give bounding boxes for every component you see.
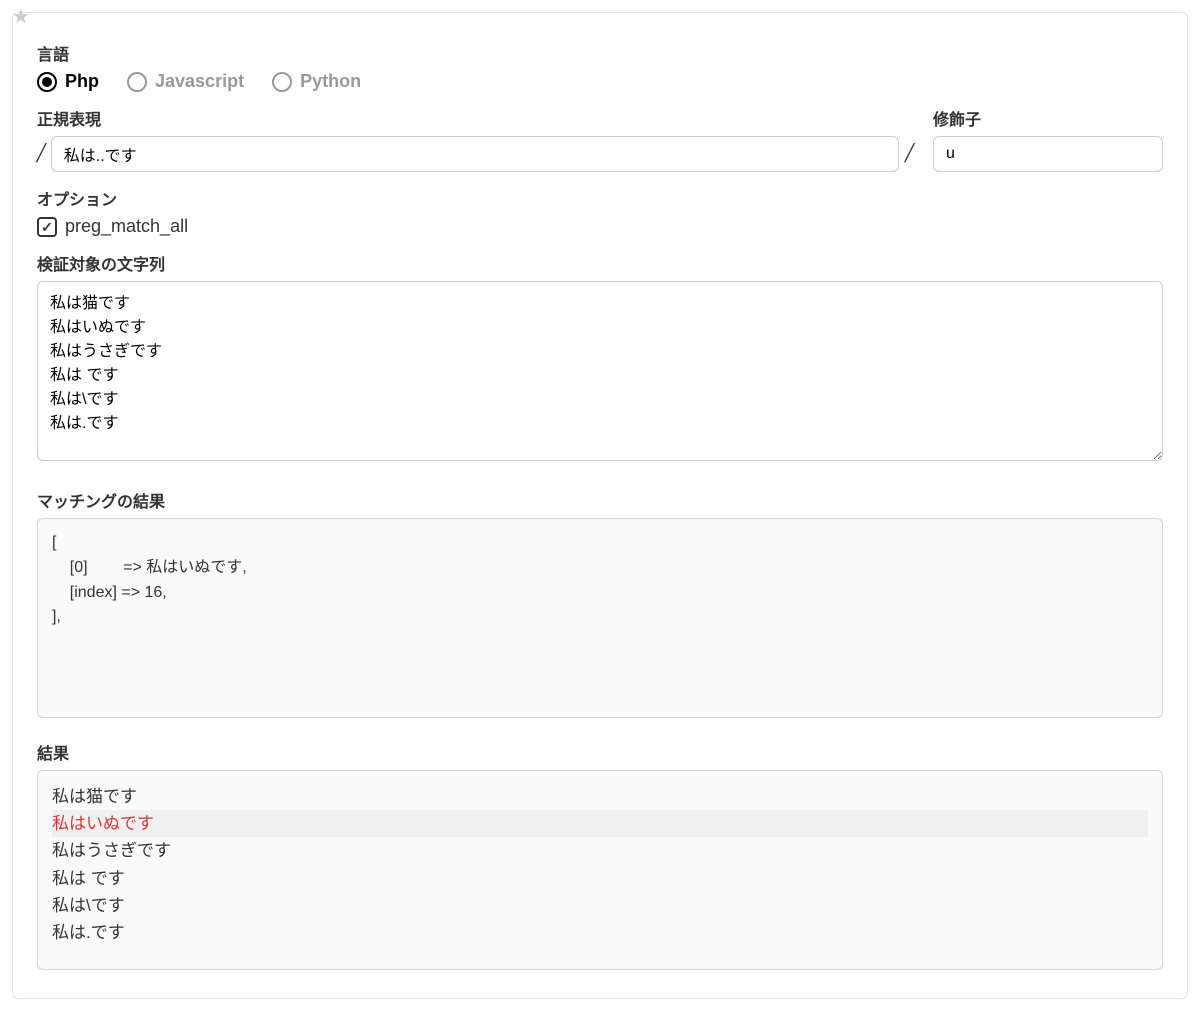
test-string-label: 検証対象の文字列 (37, 251, 1163, 275)
checkmark-icon: ✓ (41, 220, 53, 234)
regex-label: 正規表現 (37, 106, 913, 130)
language-label: 言語 (37, 41, 1163, 65)
slash-open: / (37, 138, 45, 170)
radio-circle-icon (127, 72, 147, 92)
radio-python[interactable]: Python (272, 71, 361, 92)
radio-label-python: Python (300, 71, 361, 92)
slash-close: / (905, 138, 913, 170)
radio-circle-icon (272, 72, 292, 92)
result-line: 私は.です (52, 919, 1148, 946)
main-container: 言語 Php Javascript Python 正規表現 / / 修飾子 (12, 12, 1188, 999)
radio-javascript[interactable]: Javascript (127, 71, 244, 92)
result-line: 私は です (52, 865, 1148, 892)
matching-result-label: マッチングの結果 (37, 488, 1163, 512)
result-line: 私はうさぎです (52, 837, 1148, 864)
result-line: 私は猫です (52, 783, 1148, 810)
matching-result-box: [ [0] => 私はいぬです, [index] => 16, ], (37, 518, 1163, 718)
radio-circle-icon (37, 72, 57, 92)
modifier-input[interactable] (933, 136, 1163, 172)
preg-match-all-label: preg_match_all (65, 216, 188, 237)
result-line: 私は\です (52, 892, 1148, 919)
modifier-label: 修飾子 (933, 106, 1163, 130)
regex-input[interactable] (51, 136, 899, 172)
radio-php[interactable]: Php (37, 71, 99, 92)
result-line: 私はいぬです (52, 810, 1148, 837)
final-result-box: 私は猫です私はいぬです私はうさぎです私は です私は\です私は.です (37, 770, 1163, 970)
radio-label-php: Php (65, 71, 99, 92)
radio-label-javascript: Javascript (155, 71, 244, 92)
language-radio-group: Php Javascript Python (37, 71, 1163, 92)
preg-match-all-checkbox[interactable]: ✓ (37, 217, 57, 237)
final-result-label: 結果 (37, 740, 1163, 764)
options-label: オプション (37, 186, 1163, 210)
test-string-textarea[interactable] (37, 281, 1163, 461)
star-icon: ★ (12, 4, 30, 29)
